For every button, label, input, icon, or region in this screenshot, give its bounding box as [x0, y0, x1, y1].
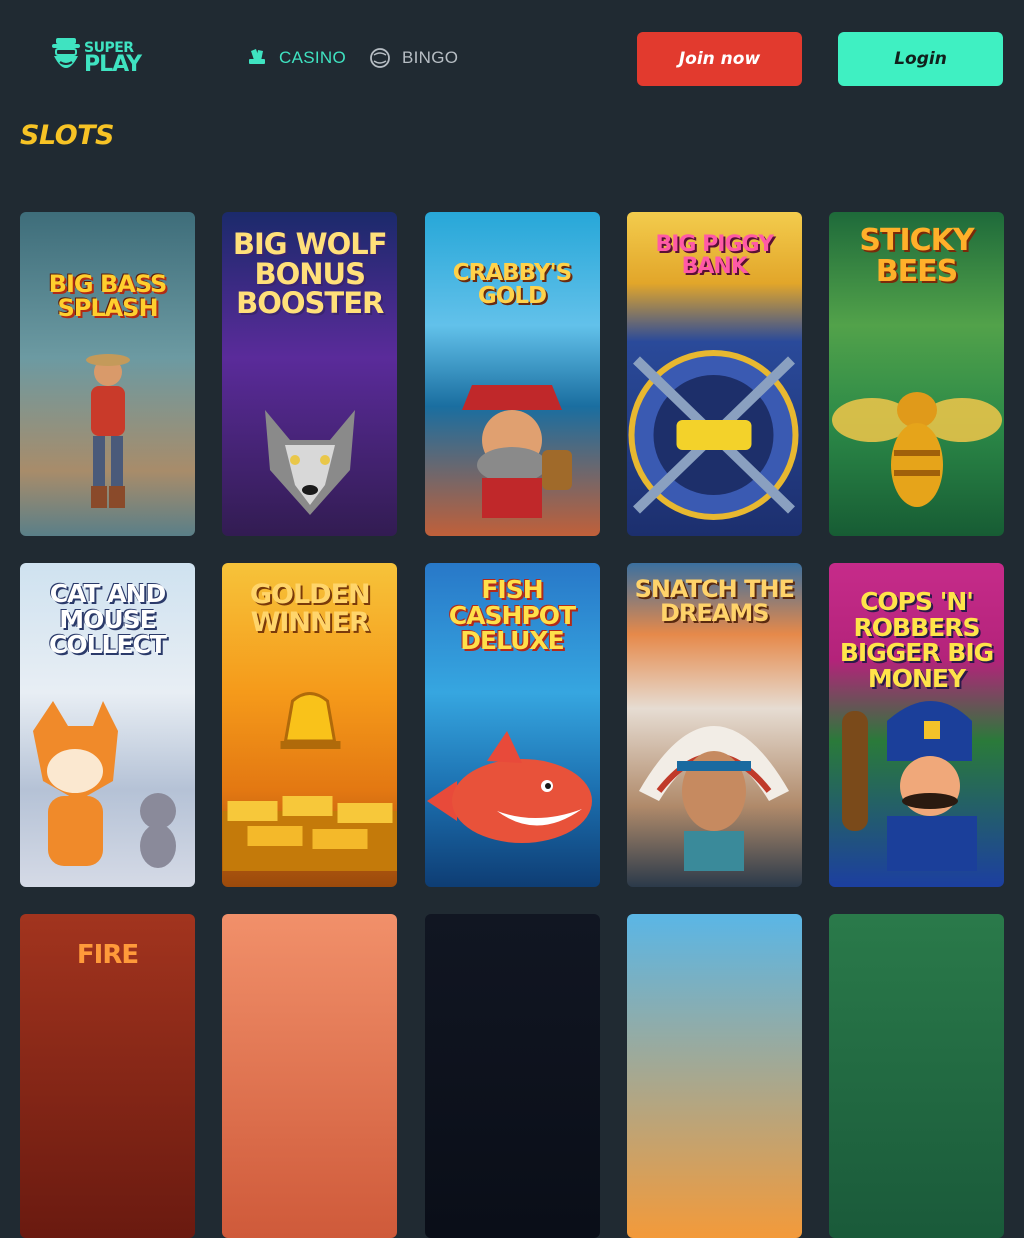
game-tile-fire[interactable]: Fire [20, 914, 195, 1238]
bingo-ball-icon [368, 46, 392, 70]
game-art-wolf [222, 355, 397, 536]
login-button[interactable]: Login [838, 32, 1003, 86]
games-grid: Big Bass Splash Big Wolf Bonus Booster [20, 212, 1004, 1238]
game-art-policeman [829, 701, 1004, 887]
game-tile-sticky-bees[interactable]: Sticky Bees [829, 212, 1004, 536]
game-title: Crabby's Gold [452, 260, 572, 310]
game-title: Golden Winner [249, 579, 371, 638]
game-tile-golden-winner[interactable]: Golden Winner [222, 563, 398, 887]
game-title: Fish Cashpot Deluxe [448, 575, 576, 655]
game-tile-cat-and-mouse[interactable]: Cat and Mouse Collect [20, 563, 195, 887]
game-art-warrior [627, 706, 802, 887]
site-header: SUPER PLAY CASINO BINGO Join now Login [0, 0, 1024, 110]
game-title: Cops 'n' Robbers Bigger Big Money [839, 587, 994, 693]
mascot-logo-icon [50, 36, 82, 80]
game-tile[interactable] [829, 914, 1004, 1238]
game-art-gold-bars [222, 692, 398, 887]
game-title: Fire [76, 940, 139, 970]
game-tile-snatch-the-dreams[interactable]: Snatch the Dreams [626, 563, 802, 887]
game-tile-fish-cashpot-deluxe[interactable]: Fish Cashpot Deluxe [424, 563, 600, 887]
game-tile[interactable] [222, 914, 398, 1238]
game-tile[interactable] [424, 914, 600, 1238]
nav-bingo-label: BINGO [401, 48, 459, 67]
game-title: Big Piggy Bank [655, 232, 774, 280]
game-title: Snatch the Dreams [634, 575, 795, 628]
game-title: Sticky Bees [859, 223, 974, 289]
section-title-slots: SLOTS [20, 120, 115, 151]
nav-casino-label: CASINO [279, 48, 346, 67]
game-tile-cops-n-robbers-bigger-big-money[interactable]: Cops 'n' Robbers Bigger Big Money [829, 563, 1004, 887]
nav-bingo[interactable]: BINGO [368, 44, 458, 72]
game-art-vault [627, 350, 802, 536]
main-nav: CASINO BINGO [245, 44, 458, 72]
game-art-shark [425, 706, 600, 887]
game-tile-big-wolf-bonus-booster[interactable]: Big Wolf Bonus Booster [222, 212, 398, 536]
game-art-pirate [425, 355, 600, 536]
logo-play-text: PLAY [84, 51, 142, 77]
game-art-bee [829, 355, 1004, 536]
superplay-logo[interactable]: SUPER PLAY [50, 34, 142, 82]
game-tile-crabbys-gold[interactable]: Crabby's Gold [424, 212, 600, 536]
game-title: Cat and Mouse Collect [49, 579, 167, 659]
game-art-cat-mouse [20, 701, 195, 887]
game-tile-big-piggy-bank[interactable]: Big Piggy Bank [626, 212, 802, 536]
game-title: Big Wolf Bonus Booster [232, 227, 388, 321]
cards-icon [245, 46, 269, 70]
game-tile-big-bass-splash[interactable]: Big Bass Splash [20, 212, 195, 536]
nav-casino[interactable]: CASINO [245, 44, 346, 72]
game-tile[interactable] [626, 914, 802, 1238]
join-now-button[interactable]: Join now [637, 32, 802, 86]
game-title: Big Bass Splash [48, 270, 168, 323]
game-art-fisherman [20, 354, 195, 536]
